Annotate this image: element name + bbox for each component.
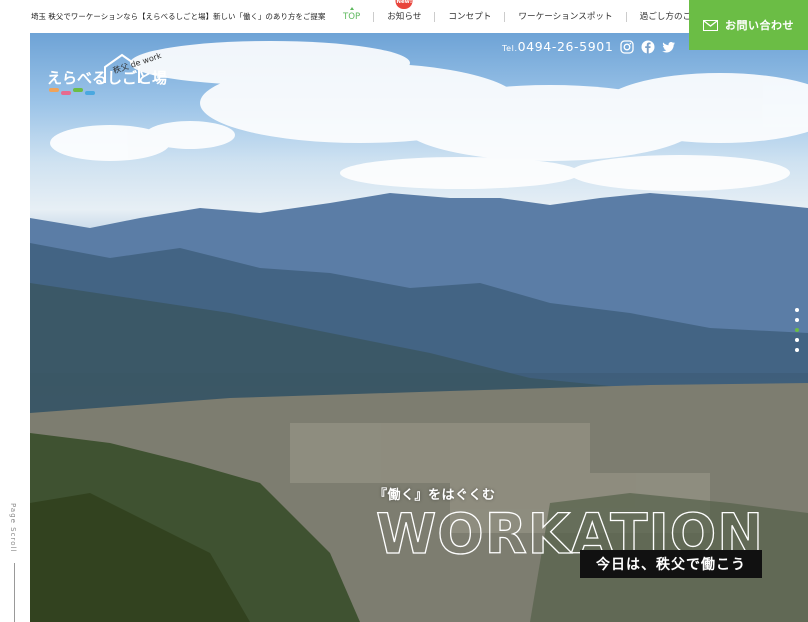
- slide-dot[interactable]: [795, 338, 799, 342]
- nav-item-label: ワーケーションスポット: [518, 11, 613, 22]
- phone-number[interactable]: Tel.0494-26-5901: [502, 39, 613, 54]
- instagram-icon[interactable]: [620, 39, 634, 54]
- hero-visual: 秩父 de work えらべるしごと場 Tel.0494-26-5901 『働く…: [30, 33, 808, 622]
- left-rail: Page Scroll: [0, 33, 30, 622]
- twitter-icon[interactable]: [662, 39, 676, 53]
- contact-label: お問い合わせ: [725, 19, 794, 32]
- social-links: [620, 39, 676, 54]
- new-badge: New!: [395, 0, 413, 9]
- top-bar: 埼玉 秩父でワーケーションなら【えらべるしごと場】新しい「働く」のあり方をご提案…: [0, 0, 808, 33]
- slide-dot[interactable]: [795, 308, 799, 312]
- hero-catchphrase: 『働く』をはぐくむ: [374, 488, 496, 503]
- slide-dot[interactable]: [795, 318, 799, 322]
- site-logo[interactable]: 秩父 de work えらべるしごと場: [47, 53, 172, 98]
- nav-item-workation-spots[interactable]: ワーケーションスポット: [504, 11, 625, 22]
- page-scroll-label[interactable]: Page Scroll: [9, 503, 17, 552]
- main-nav: TOP New! お知らせ コンセプト ワーケーションスポット 過ごし方のご提案: [330, 0, 721, 33]
- slide-indicator: [795, 308, 799, 352]
- logo-main-text: えらべるしごと場: [47, 69, 167, 87]
- slide-dot-active[interactable]: [795, 328, 799, 332]
- facebook-icon[interactable]: [641, 39, 655, 54]
- nav-item-top[interactable]: TOP: [330, 6, 373, 22]
- nav-item-concept[interactable]: コンセプト: [434, 11, 504, 22]
- tel-prefix: Tel.: [502, 44, 518, 53]
- nav-item-label: お知らせ: [387, 11, 422, 22]
- mail-icon: [703, 19, 718, 31]
- nav-item-label: TOP: [343, 11, 361, 22]
- tel-number: 0494-26-5901: [517, 39, 614, 54]
- site-tagline: 埼玉 秩父でワーケーションなら【えらべるしごと場】新しい「働く」のあり方をご提案: [31, 12, 326, 21]
- slide-dot[interactable]: [795, 348, 799, 352]
- active-indicator-icon: [349, 6, 354, 10]
- nav-item-news[interactable]: New! お知らせ: [373, 0, 434, 22]
- today-banner: 今日は、秩父で働こう: [580, 550, 762, 578]
- nav-item-label: コンセプト: [448, 11, 492, 22]
- contact-button[interactable]: お問い合わせ: [689, 0, 808, 50]
- scroll-line: [14, 563, 15, 622]
